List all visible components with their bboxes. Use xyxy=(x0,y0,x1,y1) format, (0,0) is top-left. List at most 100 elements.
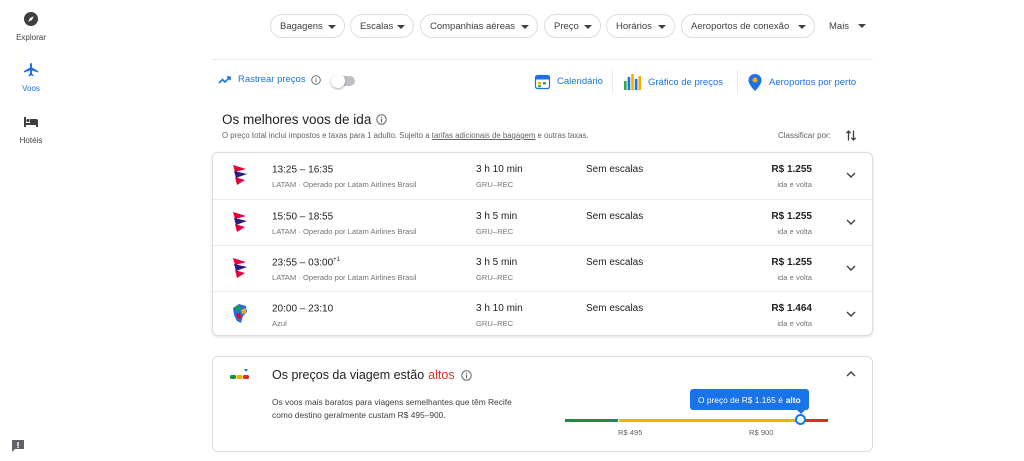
filter-label: Companhias aéreas xyxy=(430,20,516,32)
trip-type: ida e volta xyxy=(777,319,812,328)
toggle-knob xyxy=(331,74,345,88)
airline-name: LATAM · Operado por Latam Airlines Brasi… xyxy=(272,180,417,189)
info-icon[interactable] xyxy=(460,369,472,381)
filter-preco[interactable]: Preço xyxy=(544,14,601,38)
filter-label: Aeroportos de conexão xyxy=(691,20,790,32)
flight-price: R$ 1.255 xyxy=(771,164,812,175)
latam-logo xyxy=(233,165,247,185)
nav-voos[interactable]: Voos xyxy=(0,62,62,93)
price-level-text: altos xyxy=(428,368,455,382)
chevron-up-icon[interactable] xyxy=(846,370,856,378)
filter-horarios[interactable]: Horários xyxy=(606,14,675,38)
divider xyxy=(737,70,738,94)
chevron-down-icon[interactable] xyxy=(846,310,856,318)
trend-icon xyxy=(218,75,231,84)
caret-down-icon xyxy=(858,24,866,28)
flight-route: GRU–REC xyxy=(476,273,514,282)
calendar-button[interactable]: Calendário xyxy=(534,73,603,90)
map-pin-icon xyxy=(748,74,762,91)
flight-route: GRU–REC xyxy=(476,180,514,189)
flight-row[interactable]: 15:50 – 18:55 LATAM · Operado por Latam … xyxy=(213,199,872,245)
latam-logo xyxy=(233,258,247,278)
bed-icon xyxy=(24,117,38,127)
price-graph-label: Gráfico de preços xyxy=(648,76,723,88)
flight-route: GRU–REC xyxy=(476,319,514,328)
caret-down-icon xyxy=(521,25,529,29)
price-note-text: O preço total inclui impostos e taxas pa… xyxy=(222,131,432,140)
tools-bar: Rastrear preços Calendário Gráfico de pr… xyxy=(212,66,873,96)
track-prices-toggle[interactable] xyxy=(331,74,355,88)
flight-row[interactable]: 13:25 – 16:35 LATAM · Operado por Latam … xyxy=(213,153,872,199)
price-graph-button[interactable]: Gráfico de preços xyxy=(623,73,723,91)
filter-escalas[interactable]: Escalas xyxy=(350,14,414,38)
sort-icon[interactable] xyxy=(845,129,857,142)
results-title: Os melhores voos de ida xyxy=(222,112,372,127)
filter-aeroportos-conexao[interactable]: Aeroportos de conexão xyxy=(681,14,815,38)
info-icon[interactable] xyxy=(376,114,388,125)
airline-name: LATAM · Operado por Latam Airlines Brasi… xyxy=(272,273,417,282)
tooltip-text: O preço de R$ 1.165 é xyxy=(698,394,783,405)
flight-times-text: 23:55 – 03:00 xyxy=(272,257,334,269)
chevron-down-icon[interactable] xyxy=(846,218,856,226)
track-prices-label: Rastrear preços xyxy=(238,74,306,85)
flight-times: 15:50 – 18:55 xyxy=(272,211,333,222)
nav-hoteis[interactable]: Hotéis xyxy=(0,114,62,145)
flight-times-text: 13:25 – 16:35 xyxy=(272,164,334,176)
sort-label: Classificar por: xyxy=(778,131,831,140)
results-heading: Os melhores voos de ida xyxy=(222,112,388,127)
filter-mais[interactable]: Mais xyxy=(829,14,869,38)
filter-label: Mais xyxy=(829,20,850,32)
high-range-tick: R$ 900 xyxy=(749,428,774,437)
caret-down-icon xyxy=(584,25,592,29)
baggage-fees-link[interactable]: tarifas adicionais de bagagem xyxy=(432,131,536,140)
nav-hoteis-label: Hotéis xyxy=(19,136,43,145)
calendar-label: Calendário xyxy=(557,76,603,87)
caret-down-icon xyxy=(658,25,666,29)
trip-type: ida e volta xyxy=(777,227,812,236)
price-note: O preço total inclui impostos e taxas pa… xyxy=(222,131,589,140)
nav-voos-label: Voos xyxy=(22,84,40,93)
price-insight-card: Os preços da viagem estão altos Os voos … xyxy=(212,356,873,452)
nearby-airports-label: Aeroportos por perto xyxy=(769,77,857,88)
track-prices[interactable]: Rastrear preços xyxy=(218,74,321,85)
latam-logo xyxy=(233,212,247,232)
flight-stops: Sem escalas xyxy=(586,303,644,314)
filter-companhias[interactable]: Companhias aéreas xyxy=(420,14,538,38)
flight-times: 13:25 – 16:35 xyxy=(272,164,333,175)
divider xyxy=(612,70,613,94)
filter-bagagens[interactable]: Bagagens xyxy=(270,14,345,38)
flight-duration: 3 h 5 min xyxy=(476,211,518,222)
flight-price: R$ 1.255 xyxy=(771,257,812,268)
trip-type: ida e volta xyxy=(777,273,812,282)
nav-explorar[interactable]: Explorar xyxy=(0,11,62,42)
flight-route: GRU–REC xyxy=(476,227,514,236)
current-price-marker xyxy=(795,414,806,425)
feedback-icon[interactable] xyxy=(11,439,25,453)
chevron-down-icon[interactable] xyxy=(846,171,856,179)
flight-times-text: 15:50 – 18:55 xyxy=(272,211,334,223)
flight-stops: Sem escalas xyxy=(586,257,644,268)
chevron-down-icon[interactable] xyxy=(846,264,856,272)
price-level-icon xyxy=(230,369,249,379)
filter-label: Escalas xyxy=(360,20,394,32)
low-price-bar xyxy=(565,419,618,422)
nearby-airports-button[interactable]: Aeroportos por perto xyxy=(747,73,856,92)
price-insight-title: Os preços da viagem estão altos xyxy=(272,368,472,382)
azul-logo xyxy=(233,304,247,323)
next-day-marker: +1 xyxy=(333,257,341,263)
insight-title-text: Os preços da viagem estão xyxy=(272,368,425,382)
flight-times: 23:55 – 03:00+1 xyxy=(272,257,340,268)
price-graph-icon xyxy=(624,74,641,90)
low-range-tick: R$ 495 xyxy=(618,428,643,437)
calendar-icon xyxy=(534,74,551,90)
airline-name: LATAM · Operado por Latam Airlines Brasi… xyxy=(272,227,417,236)
info-icon[interactable] xyxy=(310,74,321,85)
filter-label: Horários xyxy=(616,20,652,32)
side-navigation: Explorar Voos Hotéis xyxy=(0,0,62,461)
caret-down-icon xyxy=(397,25,405,29)
caret-down-icon xyxy=(798,25,806,29)
flight-row[interactable]: 20:00 – 23:10 Azul 3 h 10 min GRU–REC Se… xyxy=(213,291,872,335)
nav-explorar-label: Explorar xyxy=(16,33,46,42)
flight-row[interactable]: 23:55 – 03:00+1 LATAM · Operado por Lata… xyxy=(213,245,872,291)
tooltip-level: alto xyxy=(785,394,801,405)
